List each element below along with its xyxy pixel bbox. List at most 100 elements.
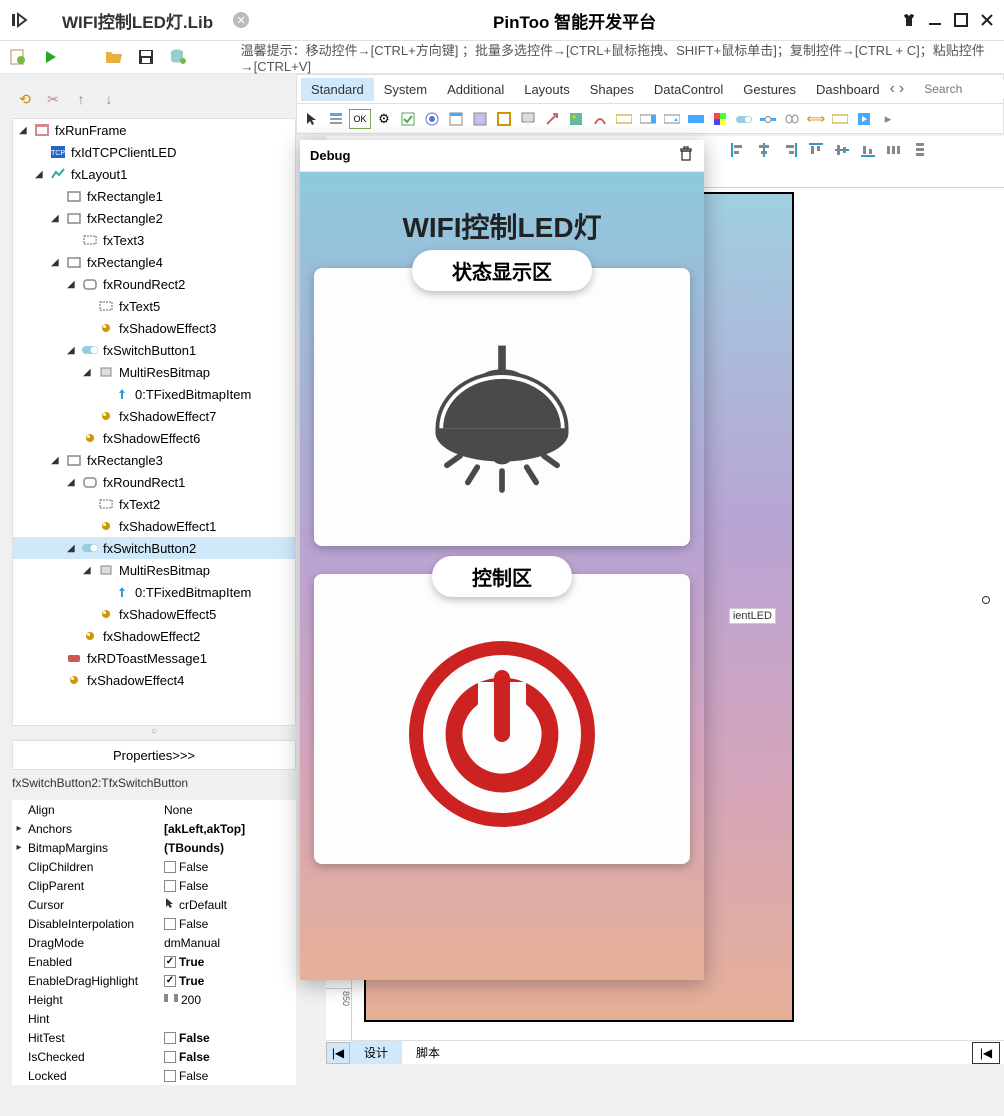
tab-next-icon[interactable]: › <box>899 80 904 98</box>
prop-Align[interactable]: AlignNone <box>12 800 296 819</box>
link-comp-icon[interactable] <box>781 109 803 129</box>
close-button[interactable] <box>978 11 996 29</box>
align-left-icon[interactable] <box>728 141 748 159</box>
prop-Anchors[interactable]: ▸Anchors[akLeft,akTop] <box>12 819 296 838</box>
frame-comp-icon[interactable] <box>493 109 515 129</box>
prop-HitTest[interactable]: HitTestFalse <box>12 1028 296 1047</box>
close-tab-button[interactable]: ✕ <box>233 12 249 28</box>
tree-node-0:TFixedBitmapItem[interactable]: ▸0:TFixedBitmapItem <box>13 383 295 405</box>
tree-node-fxShadowEffect2[interactable]: ▸fxShadowEffect2 <box>13 625 295 647</box>
tree-node-fxRectangle4[interactable]: fxRectangle4 <box>13 251 295 273</box>
tree-node-MultiResBitmap[interactable]: MultiResBitmap <box>13 361 295 383</box>
tree-node-fxRectangle2[interactable]: fxRectangle2 <box>13 207 295 229</box>
prop-IsChecked[interactable]: IsCheckedFalse <box>12 1047 296 1066</box>
tab-script[interactable]: 脚本 <box>402 1041 454 1064</box>
curve-comp-icon[interactable] <box>589 109 611 129</box>
prop-ClipParent[interactable]: ClipParentFalse <box>12 876 296 895</box>
ok-button-comp-icon[interactable]: OK <box>349 109 371 129</box>
pointer-tool-icon[interactable] <box>301 109 323 129</box>
tree-node-fxRoundRect2[interactable]: fxRoundRect2 <box>13 273 295 295</box>
collapse-panel-button[interactable]: |◀ <box>972 1042 1000 1064</box>
tree-node-MultiResBitmap[interactable]: MultiResBitmap <box>13 559 295 581</box>
radio-comp-icon[interactable] <box>421 109 443 129</box>
tree-node-fxShadowEffect6[interactable]: ▸fxShadowEffect6 <box>13 427 295 449</box>
align-right-icon[interactable] <box>780 141 800 159</box>
minimize-button[interactable] <box>926 11 944 29</box>
tshirt-icon[interactable] <box>900 11 918 29</box>
tree-node-fxRunFrame[interactable]: fxRunFrame <box>13 119 295 141</box>
combo-comp-icon[interactable] <box>661 109 683 129</box>
prop-ClipChildren[interactable]: ClipChildrenFalse <box>12 857 296 876</box>
database-icon[interactable] <box>168 46 188 68</box>
tab-layouts[interactable]: Layouts <box>514 78 580 101</box>
tab-shapes[interactable]: Shapes <box>580 78 644 101</box>
tree-node-fxIdTCPClientLED[interactable]: ▸TCPfxIdTCPClientLED <box>13 141 295 163</box>
prop-Height[interactable]: Height200 <box>12 990 296 1009</box>
save-icon[interactable] <box>136 46 156 68</box>
tree-node-fxSwitchButton1[interactable]: fxSwitchButton1 <box>13 339 295 361</box>
tree-node-0:TFixedBitmapItem[interactable]: ▸0:TFixedBitmapItem <box>13 581 295 603</box>
edit2-comp-icon[interactable] <box>829 109 851 129</box>
tree-node-fxText2[interactable]: ▸fxText2 <box>13 493 295 515</box>
tree-node-fxRoundRect1[interactable]: fxRoundRect1 <box>13 471 295 493</box>
tcp-client-tag[interactable]: ientLED <box>729 608 776 624</box>
prop-DragMode[interactable]: DragModedmManual <box>12 933 296 952</box>
tree-node-fxRDToastMessage1[interactable]: ▸fxRDToastMessage1 <box>13 647 295 669</box>
run-icon[interactable] <box>40 46 60 68</box>
tab-system[interactable]: System <box>374 78 437 101</box>
toggle-comp-icon[interactable] <box>733 109 755 129</box>
play-comp-icon[interactable] <box>853 109 875 129</box>
image-comp-icon[interactable] <box>565 109 587 129</box>
prop-Cursor[interactable]: CursorcrDefault <box>12 895 296 914</box>
panel-comp-icon[interactable] <box>469 109 491 129</box>
align-center-h-icon[interactable] <box>754 141 774 159</box>
slider2-comp-icon[interactable]: ⟺ <box>805 109 827 129</box>
tree-node-fxShadowEffect1[interactable]: ▸fxShadowEffect1 <box>13 515 295 537</box>
color-comp-icon[interactable] <box>709 109 731 129</box>
slider-comp-icon[interactable] <box>757 109 779 129</box>
component-search-input[interactable] <box>924 80 1004 98</box>
file-tab[interactable]: WIFI控制LED灯.Lib <box>62 8 213 33</box>
dist-h-icon[interactable] <box>884 141 904 159</box>
cut-icon[interactable]: ✂ <box>44 90 62 108</box>
prop-BitmapMargins[interactable]: ▸BitmapMargins(TBounds) <box>12 838 296 857</box>
tab-dashboard[interactable]: Dashboard <box>806 78 890 101</box>
tree-node-fxSwitchButton2[interactable]: fxSwitchButton2 <box>13 537 295 559</box>
tab-prev-icon[interactable]: ‹ <box>890 80 895 98</box>
tree-node-fxShadowEffect3[interactable]: ▸fxShadowEffect3 <box>13 317 295 339</box>
tree-node-fxText3[interactable]: ▸fxText3 <box>13 229 295 251</box>
menu-comp-icon[interactable] <box>325 109 347 129</box>
list-comp-icon[interactable] <box>445 109 467 129</box>
gear-comp-icon[interactable]: ⚙ <box>373 109 395 129</box>
new-file-icon[interactable] <box>8 46 28 68</box>
align-top-icon[interactable] <box>806 141 826 159</box>
maximize-button[interactable] <box>952 11 970 29</box>
align-middle-icon[interactable] <box>832 141 852 159</box>
up-arrow-icon[interactable]: ↑ <box>72 90 90 108</box>
selection-handle[interactable] <box>982 596 990 604</box>
trash-icon[interactable] <box>678 146 694 165</box>
more-comp-icon[interactable]: ▸ <box>877 109 899 129</box>
panel-grip[interactable]: ○ <box>12 726 296 738</box>
tab-datacontrol[interactable]: DataControl <box>644 78 733 101</box>
open-folder-icon[interactable] <box>103 46 123 68</box>
tree-node-fxRectangle1[interactable]: ▸fxRectangle1 <box>13 185 295 207</box>
tab-gestures[interactable]: Gestures <box>733 78 806 101</box>
tree-node-fxRectangle3[interactable]: fxRectangle3 <box>13 449 295 471</box>
tab-additional[interactable]: Additional <box>437 78 514 101</box>
properties-header[interactable]: Properties>>> <box>12 740 296 770</box>
tree-node-fxShadowEffect5[interactable]: ▸fxShadowEffect5 <box>13 603 295 625</box>
tree-node-fxShadowEffect7[interactable]: ▸fxShadowEffect7 <box>13 405 295 427</box>
checkbox-comp-icon[interactable] <box>397 109 419 129</box>
structure-tree[interactable]: fxRunFrame▸TCPfxIdTCPClientLEDfxLayout1▸… <box>12 118 296 726</box>
prop-EnableDragHighlight[interactable]: EnableDragHighlight✓True <box>12 971 296 990</box>
prop-Enabled[interactable]: Enabled✓True <box>12 952 296 971</box>
popup-comp-icon[interactable] <box>517 109 539 129</box>
down-arrow-icon[interactable]: ↓ <box>100 90 118 108</box>
power-button-icon[interactable] <box>402 634 602 834</box>
link-icon[interactable]: ⟲ <box>16 90 34 108</box>
arrow-comp-icon[interactable] <box>541 109 563 129</box>
dist-v-icon[interactable] <box>910 141 930 159</box>
tab-standard[interactable]: Standard <box>301 78 374 101</box>
tree-node-fxText5[interactable]: ▸fxText5 <box>13 295 295 317</box>
